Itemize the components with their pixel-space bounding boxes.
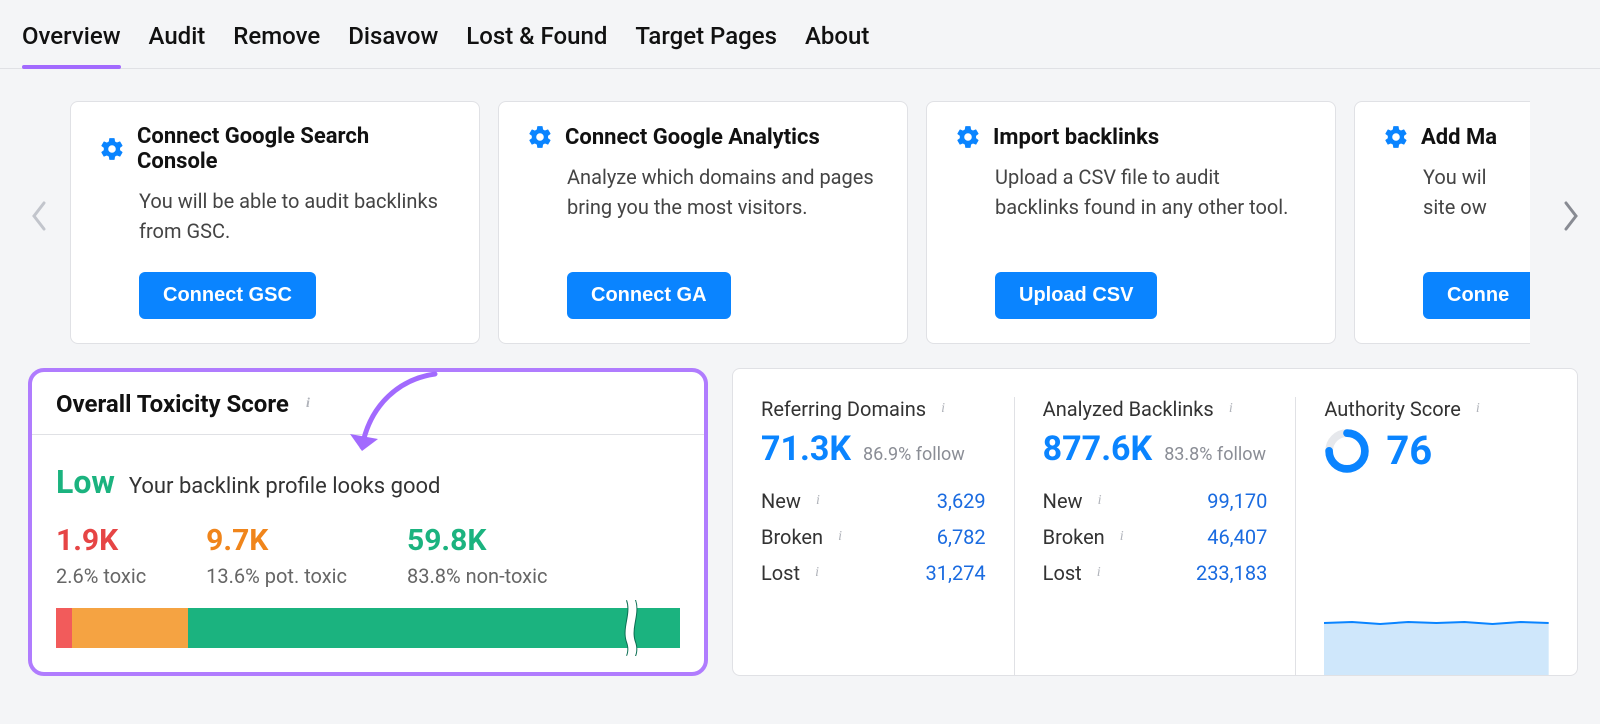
stats-title: Referring Domains (761, 397, 926, 421)
pot-toxic-segment (72, 608, 187, 648)
card-desc: You will be able to audit backlinks from… (139, 186, 451, 246)
onboarding-carousel: Connect Google Search Console You will b… (0, 101, 1600, 344)
info-icon[interactable]: i (299, 395, 317, 413)
authority-score-column: Authority Score i 76 (1296, 397, 1577, 675)
card-desc: Analyze which domains and pages bring yo… (567, 162, 879, 246)
referring-domains-follow: 86.9% follow (863, 444, 965, 465)
referring-domains-total[interactable]: 71.3K (761, 429, 851, 469)
overall-toxicity-panel: Overall Toxicity Score i Low Your backli… (28, 368, 708, 676)
tab-target-pages[interactable]: Target Pages (635, 22, 777, 68)
gear-icon (1383, 124, 1409, 150)
chevron-left-icon[interactable] (30, 199, 50, 241)
non-toxic-segment (188, 608, 680, 648)
row-value[interactable]: 233,183 (1196, 561, 1267, 585)
tab-audit[interactable]: Audit (149, 22, 206, 68)
info-icon[interactable]: i (1090, 564, 1108, 582)
card-import-backlinks: Import backlinks Upload a CSV file to au… (926, 101, 1336, 344)
analyzed-backlinks-follow: 83.8% follow (1164, 444, 1266, 465)
row-value[interactable]: 6,782 (937, 525, 986, 549)
info-icon[interactable]: i (1113, 528, 1131, 546)
non-toxic-label: 83.8% non-toxic (407, 564, 547, 588)
card-desc: You wil site ow (1423, 162, 1530, 246)
tab-remove[interactable]: Remove (233, 22, 320, 68)
gear-icon (955, 124, 981, 150)
bar-break-icon (624, 600, 640, 656)
card-title: Import backlinks (993, 125, 1159, 150)
stats-title: Authority Score (1324, 397, 1460, 421)
connect-button[interactable]: Conne (1423, 272, 1530, 319)
analyzed-backlinks-total[interactable]: 877.6K (1043, 429, 1153, 469)
tab-disavow[interactable]: Disavow (348, 22, 438, 68)
chevron-right-icon[interactable] (1560, 199, 1580, 241)
row-label: Broken (761, 525, 823, 549)
info-icon[interactable]: i (831, 528, 849, 546)
pot-toxic-label: 13.6% pot. toxic (206, 564, 347, 588)
authority-donut-icon (1324, 428, 1370, 474)
tabs-bar: Overview Audit Remove Disavow Lost & Fou… (0, 0, 1600, 69)
row-label: New (761, 489, 801, 513)
analyzed-backlinks-column: Analyzed Backlinks i 877.6K 83.8% follow… (1015, 397, 1297, 675)
toxicity-bar-chart (56, 608, 680, 648)
info-icon[interactable]: i (934, 400, 952, 418)
info-icon[interactable]: i (809, 492, 827, 510)
card-title: Add Ma (1421, 125, 1497, 150)
tab-about[interactable]: About (805, 22, 869, 68)
panel-title: Overall Toxicity Score (56, 390, 289, 418)
gear-icon (99, 136, 125, 162)
connect-ga-button[interactable]: Connect GA (567, 272, 731, 319)
toxic-count: 1.9K (56, 523, 146, 558)
info-icon[interactable]: i (1469, 400, 1487, 418)
authority-value[interactable]: 76 (1386, 427, 1432, 474)
row-label: Lost (761, 561, 800, 585)
row-value[interactable]: 46,407 (1207, 525, 1267, 549)
toxicity-level: Low (56, 463, 115, 501)
row-value[interactable]: 3,629 (937, 489, 986, 513)
card-connect-gsc: Connect Google Search Console You will b… (70, 101, 480, 344)
card-connect-ga: Connect Google Analytics Analyze which d… (498, 101, 908, 344)
info-icon[interactable]: i (1222, 400, 1240, 418)
toxic-label: 2.6% toxic (56, 564, 146, 588)
row-label: Broken (1043, 525, 1105, 549)
row-label: New (1043, 489, 1083, 513)
tab-overview[interactable]: Overview (22, 22, 121, 68)
card-add-manual: Add Ma You wil site ow Conne (1354, 101, 1530, 344)
pot-toxic-count: 9.7K (206, 523, 347, 558)
toxic-segment (56, 608, 72, 648)
info-icon[interactable]: i (808, 564, 826, 582)
row-value[interactable]: 99,170 (1207, 489, 1267, 513)
stats-panel: Referring Domains i 71.3K 86.9% follow N… (732, 368, 1578, 676)
authority-sparkline-icon (1324, 595, 1549, 675)
row-label: Lost (1043, 561, 1082, 585)
connect-gsc-button[interactable]: Connect GSC (139, 272, 316, 319)
gear-icon (527, 124, 553, 150)
upload-csv-button[interactable]: Upload CSV (995, 272, 1157, 319)
toxicity-message: Your backlink profile looks good (129, 474, 441, 499)
non-toxic-count: 59.8K (407, 523, 547, 558)
card-title: Connect Google Search Console (137, 124, 451, 174)
referring-domains-column: Referring Domains i 71.3K 86.9% follow N… (733, 397, 1015, 675)
row-value[interactable]: 31,274 (926, 561, 986, 585)
stats-title: Analyzed Backlinks (1043, 397, 1214, 421)
info-icon[interactable]: i (1091, 492, 1109, 510)
card-title: Connect Google Analytics (565, 125, 820, 150)
card-desc: Upload a CSV file to audit backlinks fou… (995, 162, 1307, 246)
tab-lost-found[interactable]: Lost & Found (466, 22, 607, 68)
